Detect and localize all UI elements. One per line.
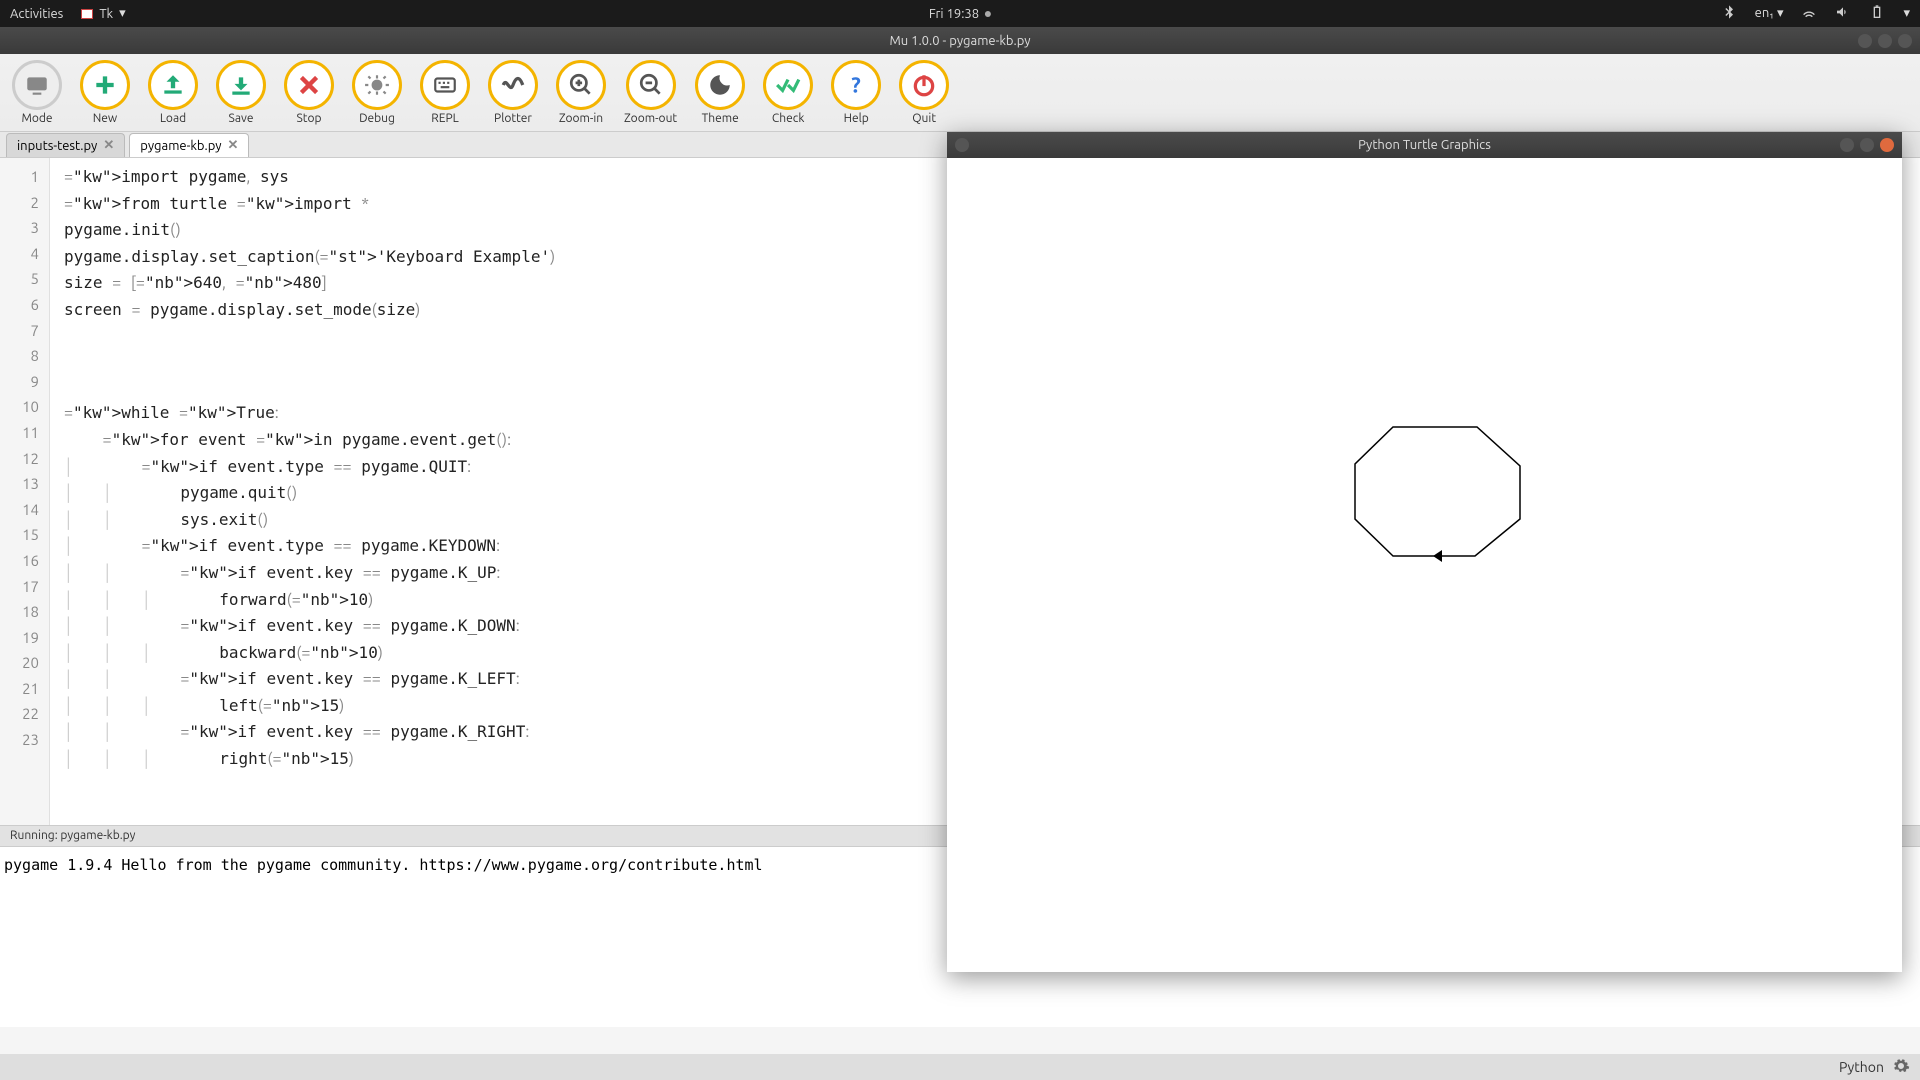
turtle-close[interactable] — [1880, 138, 1894, 152]
window-close[interactable] — [1898, 34, 1912, 48]
status-lang: Python — [1839, 1059, 1884, 1075]
svg-text:?: ? — [851, 74, 861, 98]
zoom-out-button[interactable]: Zoom-out — [624, 60, 677, 125]
turtle-drawing — [1355, 427, 1520, 556]
turtle-window[interactable]: Python Turtle Graphics — [947, 132, 1902, 972]
clock[interactable]: Fri 19:38 — [929, 7, 991, 21]
system-menu-caret[interactable]: ▾ — [1903, 6, 1910, 21]
app-titlebar: Mu 1.0.0 - pygame-kb.py — [0, 27, 1920, 54]
quit-button[interactable]: Quit — [899, 60, 949, 125]
bluetooth-icon[interactable] — [1721, 4, 1737, 23]
turtle-title: Python Turtle Graphics — [1358, 138, 1491, 152]
network-icon[interactable] — [1801, 4, 1817, 23]
input-lang[interactable]: en₁ ▾ — [1755, 6, 1784, 21]
gear-icon[interactable] — [1892, 1057, 1910, 1078]
tab-inputs-test[interactable]: inputs-test.py✕ — [6, 133, 125, 157]
notification-dot-icon — [985, 11, 991, 17]
new-button[interactable]: New — [80, 60, 130, 125]
battery-icon[interactable] — [1869, 4, 1885, 23]
activities-button[interactable]: Activities — [10, 7, 63, 21]
window-maximize[interactable] — [1878, 34, 1892, 48]
line-gutter: 1234567891011121314151617181920212223 — [0, 158, 50, 825]
repl-button[interactable]: REPL — [420, 60, 470, 125]
mode-button[interactable]: Mode — [12, 60, 62, 125]
turtle-titlebar: Python Turtle Graphics — [947, 132, 1902, 158]
zoom-in-button[interactable]: Zoom-in — [556, 60, 606, 125]
load-button[interactable]: Load — [148, 60, 198, 125]
save-button[interactable]: Save — [216, 60, 266, 125]
volume-icon[interactable] — [1835, 4, 1851, 23]
desktop-topbar: Activities Tk ▾ Fri 19:38 en₁ ▾ ▾ — [0, 0, 1920, 27]
plotter-button[interactable]: Plotter — [488, 60, 538, 125]
check-button[interactable]: Check — [763, 60, 813, 125]
turtle-minimize[interactable] — [1840, 138, 1854, 152]
turtle-maximize[interactable] — [1860, 138, 1874, 152]
tab-pygame-kb[interactable]: pygame-kb.py✕ — [129, 133, 249, 157]
tab-close-icon[interactable]: ✕ — [103, 138, 114, 153]
turtle-window-icon — [955, 138, 969, 152]
toolbar: Mode New Load Save Stop Debug REPL Plott… — [0, 54, 1920, 132]
app-menu[interactable]: Tk ▾ — [81, 6, 125, 21]
stop-button[interactable]: Stop — [284, 60, 334, 125]
status-bar: Python — [0, 1054, 1920, 1080]
turtle-canvas — [947, 164, 1902, 972]
window-title: Mu 1.0.0 - pygame-kb.py — [889, 34, 1030, 48]
theme-button[interactable]: Theme — [695, 60, 745, 125]
turtle-cursor-icon — [1433, 550, 1442, 562]
tab-close-icon[interactable]: ✕ — [228, 138, 239, 153]
tk-icon — [81, 9, 93, 19]
help-button[interactable]: ?Help — [831, 60, 881, 125]
debug-button[interactable]: Debug — [352, 60, 402, 125]
window-minimize[interactable] — [1858, 34, 1872, 48]
